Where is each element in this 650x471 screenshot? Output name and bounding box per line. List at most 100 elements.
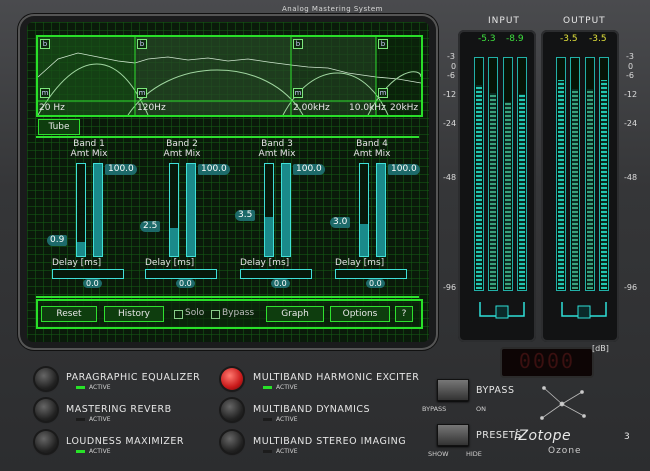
- solo-checkbox[interactable]: [174, 310, 183, 319]
- multiband-harmonic-exciter-button[interactable]: [221, 368, 243, 390]
- fader-fill: [77, 242, 85, 256]
- band-column-1: Band 1 Amt Mix 0.9 100.0 Delay [ms] 0.0: [47, 139, 137, 299]
- band-mix-value[interactable]: 100.0: [388, 164, 420, 175]
- graph-button[interactable]: Graph: [266, 306, 324, 322]
- module-state: ACTIVE: [276, 416, 298, 423]
- band-amount-value[interactable]: 2.5: [140, 221, 161, 233]
- module-active-led: [263, 450, 272, 453]
- meter-scale-label: -6: [447, 71, 455, 80]
- output-meter-right-rms: [585, 57, 595, 291]
- bypass-off-label: BYPASS: [422, 405, 447, 413]
- presets-button[interactable]: [437, 424, 469, 446]
- input-peak-left: -5.3: [478, 34, 496, 44]
- band-mix-value[interactable]: 100.0: [293, 164, 325, 175]
- output-meter-right: [599, 57, 609, 291]
- fader-fill: [377, 164, 385, 256]
- band-solo-2[interactable]: b: [137, 39, 147, 49]
- input-peak-right: -8.9: [506, 34, 524, 44]
- band-mix-fader[interactable]: [93, 163, 103, 257]
- module-state: ACTIVE: [89, 384, 111, 391]
- band-mix-fader[interactable]: [186, 163, 196, 257]
- band-mute-2[interactable]: m: [137, 88, 147, 98]
- band-solo-3[interactable]: b: [293, 39, 303, 49]
- tube-button[interactable]: Tube: [38, 119, 80, 135]
- module-state: ACTIVE: [276, 448, 298, 455]
- meter-scale-label: -12: [624, 90, 638, 99]
- multiband-dynamics-button[interactable]: [221, 399, 243, 421]
- band-delay-slider[interactable]: [52, 269, 124, 279]
- band-delay-slider[interactable]: [240, 269, 312, 279]
- history-button[interactable]: History: [104, 306, 164, 322]
- product-version: 3: [624, 432, 631, 442]
- module-active-led: [263, 386, 272, 389]
- band-title: Band 2: [166, 139, 198, 149]
- module-state: ACTIVE: [89, 448, 111, 455]
- band-amount-value[interactable]: 3.0: [330, 216, 351, 228]
- bypass-button[interactable]: [437, 379, 469, 401]
- band-title: Band 3: [261, 139, 293, 149]
- fader-fill: [170, 228, 178, 256]
- crossover-display[interactable]: b b b b m m m m 20 Hz 120Hz 2.00kHz 10.0…: [36, 35, 423, 117]
- module-label: LOUDNESS MAXIMIZER: [66, 436, 185, 447]
- output-meter-title: OUTPUT: [563, 16, 606, 26]
- module-active-led: [76, 386, 85, 389]
- band-amount-value[interactable]: 3.5: [235, 210, 256, 222]
- band-solo-1[interactable]: b: [40, 39, 50, 49]
- band-mix-value[interactable]: 100.0: [105, 164, 137, 175]
- ozone-logo-icon: [540, 386, 586, 420]
- band-amount-fader[interactable]: [359, 163, 369, 257]
- bypass-checkbox[interactable]: [211, 310, 220, 319]
- band-mix-fader[interactable]: [281, 163, 291, 257]
- band-delay-label: Delay [ms]: [335, 258, 385, 268]
- input-meter-left-rms: [488, 57, 498, 291]
- module-state: ACTIVE: [276, 384, 298, 391]
- brand-name: iZotope: [514, 428, 572, 444]
- band-delay-value[interactable]: 0.0: [271, 279, 290, 288]
- band-delay-value[interactable]: 0.0: [176, 279, 195, 288]
- meter-scale-label: -24: [443, 119, 457, 128]
- band-amount-value[interactable]: 0.9: [47, 235, 68, 247]
- module-label: MULTIBAND DYNAMICS: [253, 404, 371, 415]
- module-active-led: [76, 418, 85, 421]
- multiband-stereo-imaging-button[interactable]: [221, 431, 243, 453]
- meter-scale-label: -96: [443, 283, 457, 292]
- band-column-2: Band 2 Amt Mix 2.5 100.0 Delay [ms] 0.0: [140, 139, 230, 299]
- module-active-led: [263, 418, 272, 421]
- input-link-icon[interactable]: [478, 300, 526, 322]
- module-label: MASTERING REVERB: [66, 404, 172, 415]
- mastering-reverb-button[interactable]: [35, 399, 57, 421]
- band-mute-1[interactable]: m: [40, 88, 50, 98]
- band-delay-value[interactable]: 0.0: [83, 279, 102, 288]
- band-delay-label: Delay [ms]: [145, 258, 195, 268]
- solo-label: Solo: [185, 308, 205, 318]
- band-mix-fader[interactable]: [376, 163, 386, 257]
- meter-scale-label: 0: [451, 62, 457, 71]
- band-delay-slider[interactable]: [145, 269, 217, 279]
- bypass-on-label: ON: [476, 405, 486, 413]
- meter-scale-label: -96: [624, 283, 638, 292]
- band-delay-value[interactable]: 0.0: [366, 279, 385, 288]
- loudness-maximizer-button[interactable]: [35, 431, 57, 453]
- help-button[interactable]: ?: [395, 306, 413, 322]
- fader-fill: [94, 164, 102, 256]
- output-link-icon[interactable]: [560, 300, 608, 322]
- band-mute-3[interactable]: m: [293, 88, 303, 98]
- freq-label: 2.00kHz: [293, 103, 330, 113]
- screen-button-bar: Reset History Solo Bypass Graph Options …: [36, 299, 423, 329]
- band-mute-4[interactable]: m: [378, 88, 388, 98]
- meter-scale-label: 0: [628, 62, 634, 71]
- freq-label: 20kHz: [390, 103, 419, 113]
- meter-scale-label: -48: [624, 173, 638, 182]
- band-mix-value[interactable]: 100.0: [198, 164, 230, 175]
- band-amt-mix-label: Amt Mix: [70, 149, 108, 159]
- input-meter-right: [517, 57, 527, 291]
- options-button[interactable]: Options: [330, 306, 390, 322]
- band-solo-4[interactable]: b: [378, 39, 388, 49]
- reset-button[interactable]: Reset: [41, 306, 97, 322]
- band-amount-fader[interactable]: [169, 163, 179, 257]
- paragraphic-equalizer-button[interactable]: [35, 368, 57, 390]
- band-amount-fader[interactable]: [76, 163, 86, 257]
- db-unit-label: [dB]: [592, 344, 609, 353]
- band-delay-slider[interactable]: [335, 269, 407, 279]
- band-amount-fader[interactable]: [264, 163, 274, 257]
